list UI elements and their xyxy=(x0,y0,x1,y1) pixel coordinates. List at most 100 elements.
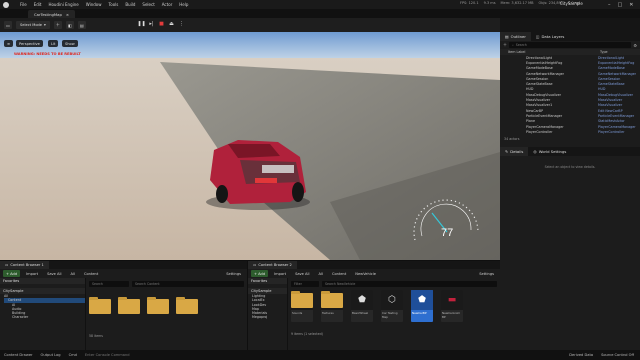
details-empty-hint: Select an object to view details. xyxy=(544,165,596,170)
maximize-icon[interactable]: □ xyxy=(618,2,623,8)
cb2-settings-button[interactable]: Settings xyxy=(476,270,497,277)
cb2-folder-tree: Lighting LocalEx LookDev Map Materials M… xyxy=(248,294,287,320)
outliner-row[interactable]: ParticleEventManager ParticleEventManager xyxy=(526,113,640,118)
eject-icon[interactable]: ⏏ xyxy=(168,20,175,28)
outliner-row[interactable]: DirectionalLight DirectionalLight xyxy=(526,55,640,60)
cb2-search-input[interactable]: Search NewVehicle xyxy=(322,281,497,287)
asset-tile[interactable]: ⬟ BasicWheel xyxy=(351,290,373,322)
tab-content-browser-1[interactable]: ▭ Content Browser 1 xyxy=(0,261,49,269)
menu-actor[interactable]: Actor xyxy=(162,2,173,7)
asset-tile[interactable]: ▬ NewCarAnim BP xyxy=(441,290,463,322)
cb1-favorites[interactable]: Favorites xyxy=(0,278,85,284)
outliner-row[interactable]: GameStateBase GameStateBase xyxy=(526,81,640,86)
outliner-row[interactable]: ExponentialHeightFog ExponentialHeightFog xyxy=(526,60,640,65)
tab-data-layers[interactable]: ◫ Data Layers xyxy=(531,32,569,41)
output-log-button[interactable]: Output Log xyxy=(41,353,61,357)
outliner-row-type: GameNetworkManager xyxy=(598,71,637,76)
save-icon[interactable]: ▭ xyxy=(4,21,12,29)
cb1-add-button[interactable]: + Add xyxy=(3,270,21,277)
outliner-row[interactable]: PlayerController PlayerController xyxy=(526,129,640,134)
menu-edit[interactable]: Edit xyxy=(34,2,42,7)
settings-icon[interactable]: ⚙ xyxy=(633,43,637,48)
folder-icon[interactable] xyxy=(118,297,140,314)
outliner-row[interactable]: NewCarBP Edit NewCarBP xyxy=(526,108,640,113)
cb1-settings-button[interactable]: Settings xyxy=(223,270,244,277)
console-input[interactable]: Enter Console Command xyxy=(85,353,130,357)
perspective-button[interactable]: Perspective xyxy=(16,40,43,47)
minimize-icon[interactable]: – xyxy=(608,2,611,8)
outliner-row-name: MassVisualizer1 xyxy=(526,103,553,108)
stop-icon[interactable]: ■ xyxy=(158,20,165,28)
menu-build[interactable]: Build xyxy=(125,2,135,7)
folder-icon[interactable] xyxy=(147,297,169,314)
cmd-dropdown[interactable]: Cmd xyxy=(69,353,77,357)
outliner-row-name: GameNetworkManager xyxy=(526,71,565,76)
details-tab-label: Details xyxy=(510,149,524,155)
outliner-row[interactable]: PlayerCameraManager PlayerCameraManager xyxy=(526,124,640,129)
cb2-add-button[interactable]: + Add xyxy=(251,270,269,277)
outliner-row-type: MassDebugVisualizer xyxy=(598,92,634,97)
tab-outliner[interactable]: ▤ Outliner xyxy=(500,32,531,41)
more-icon[interactable]: ⋮ xyxy=(178,20,185,28)
asset-tile[interactable]: Textures xyxy=(321,290,343,322)
cb2-import-button[interactable]: Import xyxy=(271,270,289,277)
menu-help[interactable]: Help xyxy=(179,2,188,7)
viewport-menu-button[interactable]: ≡ xyxy=(4,40,14,47)
menu-houdini[interactable]: Houdini Engine xyxy=(48,2,78,7)
cb2-favorites[interactable]: Favorites xyxy=(248,278,287,284)
cb1-path-all[interactable]: All xyxy=(67,270,77,277)
tab-world-settings[interactable]: ◎ World Settings xyxy=(528,147,571,156)
cb2-filter-button[interactable]: Filter xyxy=(291,281,319,287)
outliner-row-type: PlayerController xyxy=(598,129,625,134)
outliner-row[interactable]: GameModeBase GameModeBase xyxy=(526,66,640,71)
lit-button[interactable]: Lit xyxy=(48,40,59,47)
cb2-path-newvehicle[interactable]: NewVehicle xyxy=(352,270,379,277)
unreal-logo-icon[interactable] xyxy=(3,1,9,8)
skip-icon[interactable]: ▸| xyxy=(148,20,155,28)
pause-icon[interactable]: ❚❚ xyxy=(137,20,145,28)
outliner-row[interactable]: Plane StaticMeshActor xyxy=(526,119,640,124)
tab-map[interactable]: CarTestingMap × xyxy=(28,10,76,18)
cb2-path-all[interactable]: All xyxy=(315,270,325,277)
tree-item[interactable]: Character xyxy=(4,315,85,319)
derived-data-button[interactable]: Derived Data xyxy=(569,353,593,357)
tab-content-browser-2[interactable]: ▭ Content Browser 2 xyxy=(248,261,297,269)
asset-tile-selected[interactable]: ⬟ NewCarBP xyxy=(411,290,433,322)
asset-tile[interactable]: ⬡ Car Testing Map xyxy=(381,290,403,322)
cb1-search-input[interactable]: Search Content xyxy=(132,281,244,287)
level-viewport[interactable] xyxy=(0,32,500,260)
folder-icon[interactable] xyxy=(89,297,111,314)
cb1-save-all-button[interactable]: Save All xyxy=(44,270,64,277)
add-actor-icon[interactable]: ＋ xyxy=(53,21,62,29)
folder-icon[interactable] xyxy=(176,297,198,314)
tab-bar xyxy=(0,9,640,18)
cb1-import-button[interactable]: Import xyxy=(23,270,41,277)
close-tab-icon[interactable]: × xyxy=(66,12,69,17)
cb2-path-content[interactable]: Content xyxy=(329,270,349,277)
add-filter-icon[interactable]: ＋ xyxy=(503,42,507,48)
menu-select[interactable]: Select xyxy=(142,2,154,7)
cb2-project-label: CitySample xyxy=(251,289,272,293)
cb1-path-content[interactable]: Content xyxy=(81,270,101,277)
close-icon[interactable]: ✕ xyxy=(629,2,633,8)
cinematics-icon[interactable]: ▤ xyxy=(77,21,86,29)
show-button[interactable]: Show xyxy=(62,40,78,47)
blueprint-icon[interactable]: ◧ xyxy=(65,21,74,29)
menu-tools[interactable]: Tools xyxy=(109,2,119,7)
content-drawer-button[interactable]: Content Drawer xyxy=(4,353,33,357)
outliner-row[interactable]: GameNetworkManager GameNetworkManager xyxy=(526,71,640,76)
blueprint-asset-icon: ⬟ xyxy=(418,295,426,305)
asset-tile[interactable]: Sounds xyxy=(291,290,313,322)
tab-details[interactable]: ✎ Details xyxy=(500,147,529,157)
outliner-search-input[interactable]: ⌕ Search xyxy=(509,42,632,48)
cb2-save-all-button[interactable]: Save All xyxy=(292,270,312,277)
col-type[interactable]: Type xyxy=(600,50,608,54)
tree-item[interactable]: Megaproj xyxy=(252,315,287,319)
menu-file[interactable]: File xyxy=(20,2,27,7)
col-item-label[interactable]: Item Label xyxy=(508,50,600,54)
cb1-filter-button[interactable]: Search xyxy=(89,281,129,287)
source-control-button[interactable]: Source Control Off xyxy=(601,353,634,357)
outliner-row[interactable]: MassDebugVisualizer MassDebugVisualizer xyxy=(526,92,640,97)
select-mode-dropdown[interactable]: Select Mode ▾ xyxy=(16,21,50,29)
menu-window[interactable]: Window xyxy=(86,2,102,7)
